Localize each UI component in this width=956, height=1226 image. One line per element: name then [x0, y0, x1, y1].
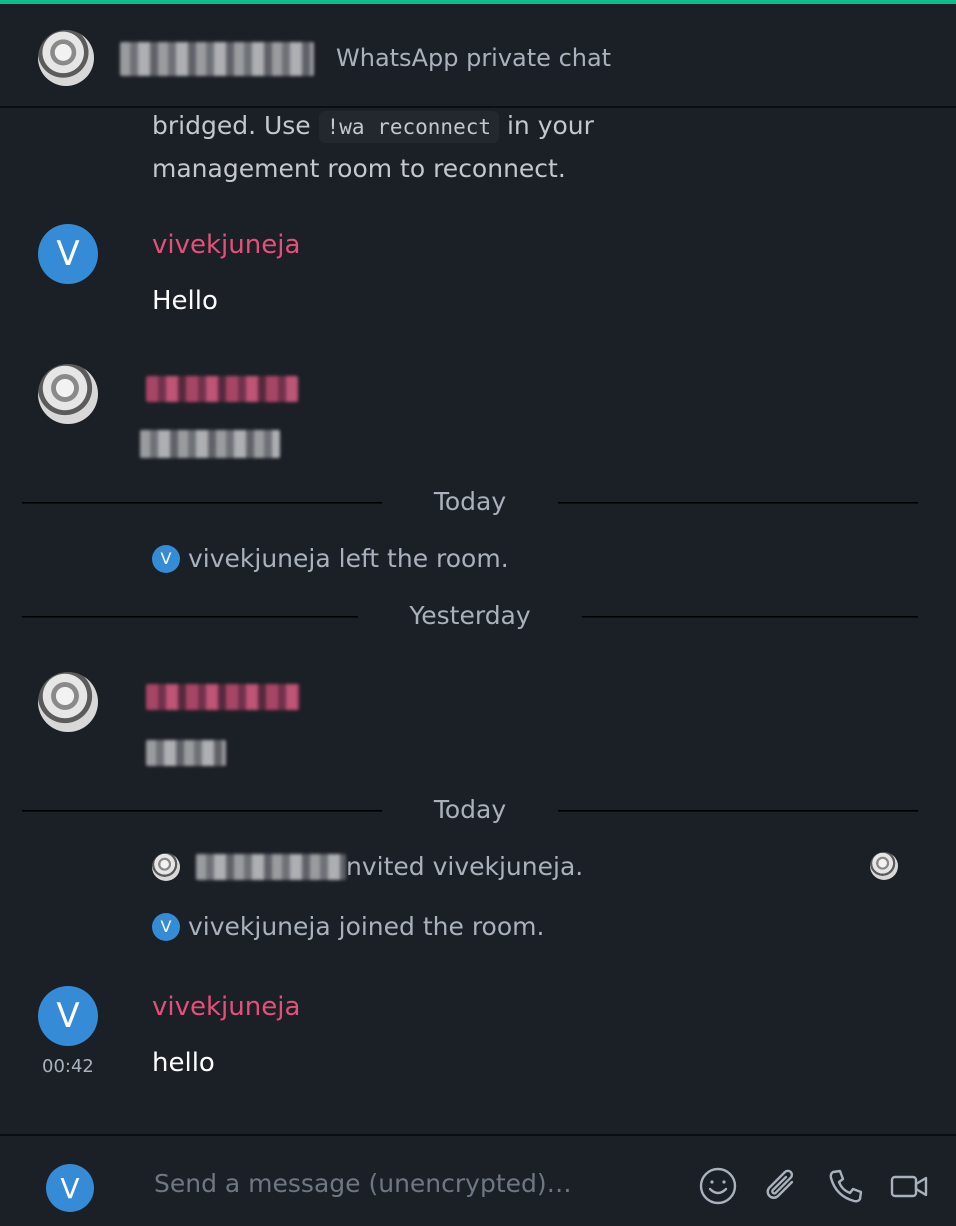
reconnect-command-code: !wa reconnect	[318, 111, 500, 143]
emoji-icon[interactable]	[696, 1164, 740, 1208]
event-avatar[interactable]	[152, 853, 180, 881]
room-name-redacted[interactable]	[120, 42, 314, 76]
inviter-name-redacted	[196, 854, 346, 880]
event-avatar[interactable]: V	[152, 545, 180, 573]
message-body-redacted	[146, 740, 226, 766]
date-separator: Today	[22, 482, 918, 522]
bridge-notice-text-after: in your	[499, 111, 594, 140]
bridge-notice-line1: bridged. Use !wa reconnect in your	[152, 108, 594, 149]
read-receipt-avatar[interactable]	[870, 852, 898, 880]
membership-event: V vivekjuneja joined the room.	[152, 910, 544, 944]
contact-avatar[interactable]	[38, 364, 98, 424]
contact-avatar[interactable]	[38, 672, 98, 732]
membership-event-text: vivekjuneja joined the room.	[188, 912, 545, 941]
sender-avatar[interactable]: V	[38, 986, 98, 1046]
own-avatar[interactable]: V	[46, 1164, 94, 1212]
room-avatar[interactable]	[38, 30, 94, 86]
event-avatar[interactable]: V	[152, 913, 180, 941]
message-composer: V	[0, 1134, 956, 1226]
date-separator: Today	[22, 790, 918, 830]
message-timeline[interactable]: bridged. Use !wa reconnect in your manag…	[0, 108, 956, 1134]
contact-name-redacted[interactable]	[146, 684, 300, 710]
message-body: hello	[152, 1048, 215, 1078]
video-icon[interactable]	[888, 1164, 932, 1208]
membership-event-text: vivekjuneja left the room.	[188, 544, 509, 573]
message-body-redacted	[140, 430, 280, 458]
room-topic[interactable]: WhatsApp private chat	[336, 42, 611, 74]
paperclip-icon[interactable]	[760, 1164, 804, 1208]
bridge-notice-text-before: bridged. Use	[152, 111, 319, 140]
date-separator: Yesterday	[22, 596, 918, 636]
sender-avatar[interactable]: V	[38, 224, 98, 284]
bridge-notice-line2: management room to reconnect.	[152, 154, 566, 183]
message-body: Hello	[152, 286, 218, 316]
sender-name[interactable]: vivekjuneja	[152, 230, 300, 260]
message-timestamp: 00:42	[42, 1056, 94, 1077]
invite-event-text: nvited vivekjuneja.	[346, 852, 584, 881]
phone-icon[interactable]	[824, 1164, 868, 1208]
contact-name-redacted[interactable]	[146, 376, 298, 402]
message-input[interactable]	[152, 1160, 676, 1206]
membership-event: V vivekjuneja left the room.	[152, 542, 509, 576]
invite-event: nvited vivekjuneja.	[152, 850, 583, 884]
room-header: WhatsApp private chat	[0, 4, 956, 108]
sender-name[interactable]: vivekjuneja	[152, 992, 300, 1022]
